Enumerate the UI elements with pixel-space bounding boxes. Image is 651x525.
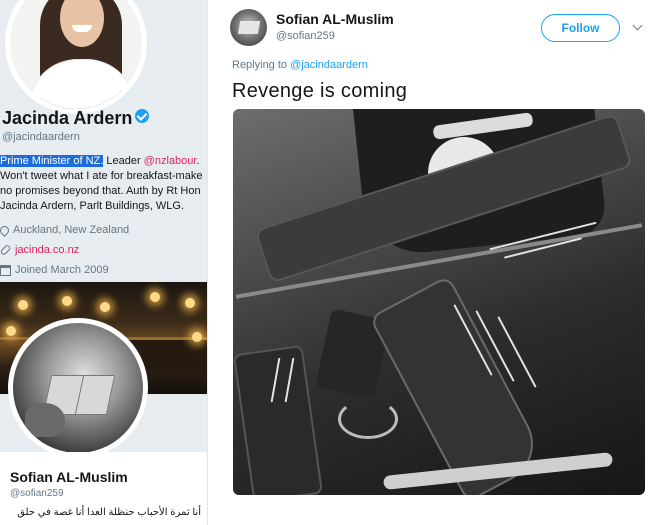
replying-prefix: Replying to: [232, 59, 291, 71]
second-profile-name[interactable]: Sofian AL-Muslim: [10, 469, 128, 485]
bio-line-2: Won't tweet what I ate for breakfast-mak…: [0, 170, 203, 182]
avatar-hand: [25, 403, 65, 437]
bio-mention-link[interactable]: @nzlabour: [144, 155, 197, 167]
profile-website[interactable]: jacinda.co.nz: [0, 243, 79, 257]
follow-button[interactable]: Follow: [541, 14, 620, 42]
second-profile-card: Sofian AL-Muslim @sofian259 أنا ثمرة الأ…: [0, 452, 207, 525]
chevron-down-icon[interactable]: [632, 20, 643, 31]
tweet-author-name[interactable]: Sofian AL-Muslim: [276, 11, 394, 27]
avatar-book: [237, 21, 261, 34]
profile-name-text[interactable]: Jacinda Ardern: [2, 108, 132, 128]
header-light: [150, 292, 160, 302]
profile-sidebar: Jacinda Ardern @jacindaardern Prime Mini…: [0, 0, 207, 525]
joined-text: Joined March 2009: [15, 264, 109, 276]
profile-joined: Joined March 2009: [0, 264, 109, 276]
profile-handle[interactable]: @jacindaardern: [2, 131, 80, 143]
tweet: Sofian AL-Muslim @sofian259 Follow Reply…: [208, 0, 651, 525]
bio-highlight: Prime Minister of NZ.: [0, 155, 104, 167]
bio-leader: Leader: [103, 155, 144, 167]
second-profile-avatar[interactable]: [8, 318, 148, 458]
header-light: [62, 296, 72, 306]
profile-bio: Prime Minister of NZ. Leader @nzlabour. …: [0, 154, 205, 214]
second-profile-bio: أنا ثمرة الأحباب حنظلة العدا أنا غصة في …: [17, 507, 201, 518]
header-light: [18, 300, 28, 310]
header-light: [192, 332, 202, 342]
profile-location: Auckland, New Zealand: [0, 223, 130, 237]
profile-name[interactable]: Jacinda Ardern: [2, 108, 150, 129]
header-light: [100, 302, 110, 312]
verified-icon: [135, 109, 150, 123]
profile-avatar[interactable]: [5, 0, 147, 114]
header-light: [185, 298, 195, 308]
calendar-icon: [0, 264, 11, 276]
replying-mention-link[interactable]: @jacindaardern: [290, 59, 368, 71]
bio-line-3: no promises beyond that. Auth by Rt Hon: [0, 185, 201, 197]
replying-to: Replying to @jacindaardern: [232, 59, 368, 71]
bio-line-1: Prime Minister of NZ. Leader @nzlabour.: [0, 154, 205, 169]
location-text: Auckland, New Zealand: [13, 224, 130, 236]
tweet-author-avatar[interactable]: [230, 9, 267, 46]
tweet-author-handle[interactable]: @sofian259: [276, 30, 335, 42]
media-handwriting: [497, 316, 537, 388]
header-light: [6, 326, 16, 336]
bio-line-4: Jacinda Ardern, Parlt Buildings, WLG.: [0, 200, 185, 212]
website-link[interactable]: jacinda.co.nz: [15, 244, 79, 256]
bio-period: .: [196, 155, 200, 167]
link-icon: [0, 243, 12, 257]
tweet-media-image[interactable]: [233, 109, 645, 495]
tweet-text: Revenge is coming: [232, 80, 408, 102]
second-profile-handle[interactable]: @sofian259: [10, 488, 64, 499]
media-trigger-guard: [338, 399, 398, 439]
location-icon: [0, 223, 11, 237]
